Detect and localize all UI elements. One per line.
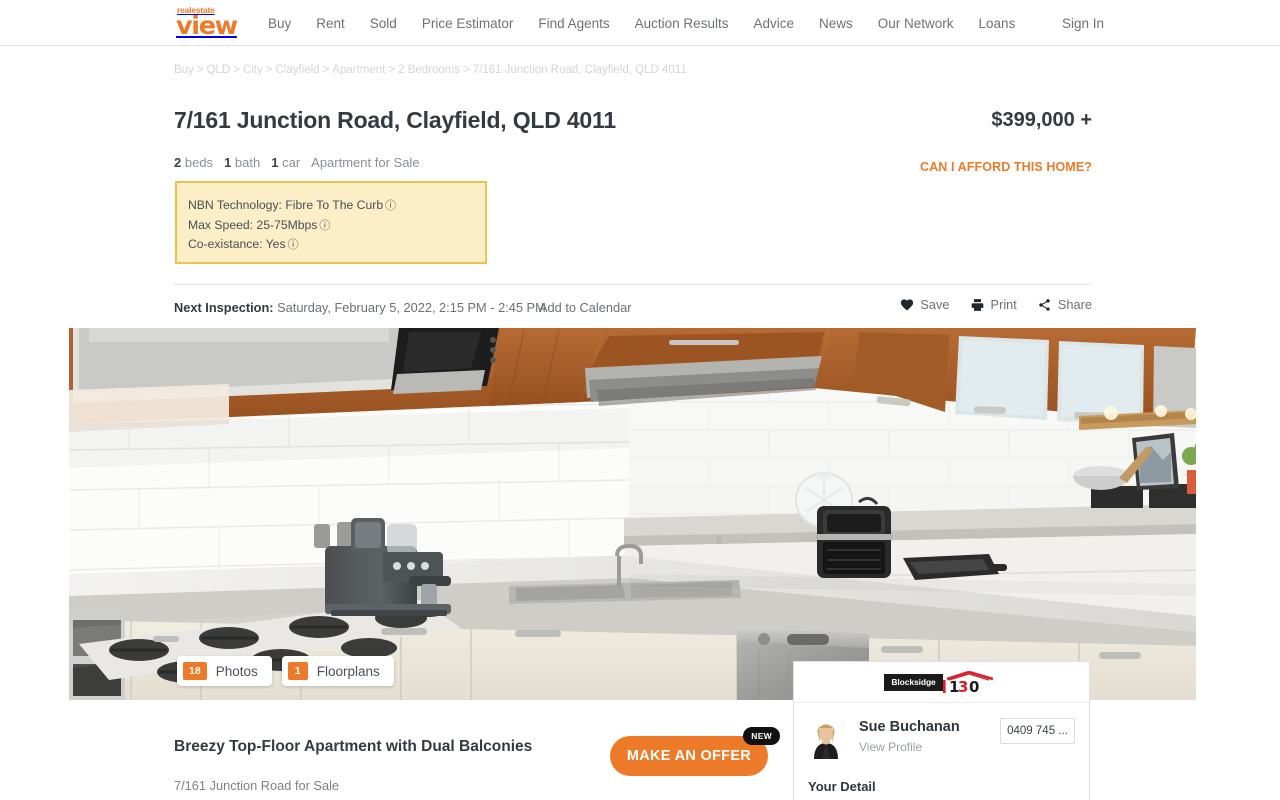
print-button[interactable]: Print (970, 297, 1017, 312)
nav-item-advice[interactable]: Advice (753, 16, 794, 31)
heart-icon (900, 298, 914, 311)
new-badge: NEW (743, 727, 780, 745)
breadcrumb-item-buy[interactable]: Buy (174, 64, 194, 76)
floorplans-count: 1 (287, 662, 308, 680)
agent-contact-card: Blocksidge 1 3 0 Sue Buchanan View Profi… (793, 661, 1090, 800)
nav-item-rent[interactable]: Rent (316, 16, 345, 31)
share-icon (1037, 298, 1052, 312)
nav-item-loans[interactable]: Loans (979, 16, 1016, 31)
floorplans-label: Floorplans (316, 663, 380, 679)
breadcrumb-separator: > (196, 64, 204, 76)
save-button[interactable]: Save (900, 297, 950, 312)
info-icon[interactable]: ⓘ (319, 217, 330, 236)
photos-badge[interactable]: 18 Photos (177, 656, 272, 686)
agency-anniversary-mark: 1 3 0 (942, 670, 999, 696)
breadcrumb-separator: > (388, 64, 396, 76)
property-headline: Breezy Top-Floor Apartment with Dual Bal… (174, 738, 533, 755)
next-inspection: Next Inspection: Saturday, February 5, 2… (174, 300, 546, 315)
property-subheadline: 7/161 Junction Road for Sale (174, 778, 340, 793)
listing-price: $399,000 + (991, 109, 1092, 131)
nbn-info-box: NBN Technology: Fibre To The Curb ⓘ Max S… (175, 181, 487, 264)
breadcrumb: Buy > QLD > City > Clayfield > Apartment >2 Bedro… (174, 64, 687, 76)
avatar (808, 717, 844, 759)
page-title: 7/161 Junction Road, Clayfield, QLD 4011 (174, 107, 616, 133)
can-i-afford-link[interactable]: CAN I AFFORD THIS HOME? (920, 160, 1092, 174)
breadcrumb-item-city[interactable]: City (243, 64, 263, 76)
cars-label: car (282, 155, 301, 170)
beds-count: 2 (174, 155, 182, 170)
beds-label: beds (184, 155, 214, 170)
property-type: Apartment for Sale (311, 155, 420, 170)
property-features: 2 beds 1 bath 1 car Apartment for Sale (174, 155, 420, 170)
main-navigation: Buy Rent Sold Price Estimator Find Agent… (268, 0, 1015, 46)
property-listing-page: realestate view Buy Rent Sold Price Esti… (0, 0, 1280, 800)
nav-item-auction-results[interactable]: Auction Results (635, 16, 729, 31)
logo-main-text: view (176, 10, 238, 40)
next-inspection-datetime: Saturday, February 5, 2022, 2:15 PM - 2:… (277, 300, 546, 315)
breadcrumb-separator: > (265, 64, 273, 76)
site-header: realestate view Buy Rent Sold Price Esti… (0, 0, 1280, 46)
site-logo[interactable]: realestate view (176, 6, 256, 40)
info-icon[interactable]: ⓘ (288, 236, 299, 255)
nav-item-news[interactable]: News (819, 16, 853, 31)
feature-baths: 1 bath (224, 155, 260, 170)
nav-item-find-agents[interactable]: Find Agents (538, 16, 609, 31)
photos-count: 18 (183, 662, 207, 680)
print-label: Print (990, 297, 1017, 312)
share-label: Share (1057, 297, 1092, 312)
inspection-row: Next Inspection: Saturday, February 5, 2… (174, 284, 1092, 324)
photos-label: Photos (215, 663, 258, 679)
your-detail-heading: Your Detail (808, 779, 876, 794)
nbn-technology-text: NBN Technology: Fibre To The Curb (188, 198, 384, 212)
agency-logo[interactable]: Blocksidge 1 3 0 (884, 670, 999, 696)
breadcrumb-separator: > (322, 64, 330, 76)
nbn-technology-row: NBN Technology: Fibre To The Curb ⓘ (188, 196, 485, 216)
printer-icon (970, 298, 985, 312)
breadcrumb-separator: > (233, 64, 240, 76)
nav-item-sold[interactable]: Sold (370, 16, 397, 31)
svg-text:3: 3 (958, 678, 968, 693)
nbn-speed-text: Max Speed: 25-75Mbps (188, 217, 318, 232)
breadcrumb-item-bedrooms[interactable]: 2 Bedrooms (398, 64, 460, 76)
nav-item-price-estimator[interactable]: Price Estimator (422, 16, 514, 31)
add-to-calendar-link[interactable]: Add to Calendar (539, 300, 631, 315)
save-label: Save (920, 297, 950, 312)
agency-logo-row: Blocksidge 1 3 0 (794, 662, 1089, 703)
listing-actions: Save Print Share (900, 297, 1092, 312)
agent-meta: Sue Buchanan View Profile (859, 717, 1000, 754)
sign-in-link[interactable]: Sign In (1062, 16, 1104, 31)
sign-in-container: Sign In (1062, 0, 1104, 46)
nav-item-buy[interactable]: Buy (268, 16, 291, 31)
feature-beds: 2 beds (174, 155, 213, 170)
property-hero-image[interactable]: 18 Photos 1 Floorplans (69, 328, 1196, 700)
nbn-speed-row: Max Speed: 25-75Mbps ⓘ (188, 216, 485, 236)
info-icon[interactable]: ⓘ (385, 197, 396, 216)
breadcrumb-item-qld[interactable]: QLD (207, 64, 231, 76)
nbn-coexistance-row: Co-existance: Yes ⓘ (188, 235, 485, 255)
gallery-badges: 18 Photos 1 Floorplans (177, 656, 394, 686)
agent-name: Sue Buchanan (859, 719, 960, 735)
agency-name: Blocksidge (884, 673, 943, 691)
view-profile-link[interactable]: View Profile (859, 740, 1000, 754)
make-offer-container: MAKE AN OFFER NEW (610, 727, 780, 776)
nbn-coexistance-text: Co-existance: Yes (188, 237, 286, 252)
next-inspection-label: Next Inspection: (174, 300, 274, 315)
baths-label: bath (234, 155, 261, 170)
agent-row: Sue Buchanan View Profile 0409 745 ... (794, 703, 1089, 759)
svg-text:0: 0 (969, 678, 979, 693)
share-button[interactable]: Share (1037, 297, 1092, 312)
floorplans-badge[interactable]: 1 Floorplans (281, 656, 394, 686)
cars-count: 1 (271, 155, 279, 170)
breadcrumb-item-address: 7/161 Junction Road, Clayfield, QLD 4011 (472, 64, 687, 76)
breadcrumb-item-apartment[interactable]: Apartment (332, 64, 385, 76)
agent-phone-button[interactable]: 0409 745 ... (1000, 718, 1075, 744)
breadcrumb-separator: > (463, 64, 470, 76)
nav-item-our-network[interactable]: Our Network (878, 16, 954, 31)
breadcrumb-item-clayfield[interactable]: Clayfield (275, 64, 319, 76)
kitchen-photo (69, 328, 1196, 700)
feature-cars: 1 car (271, 155, 300, 170)
baths-count: 1 (224, 155, 232, 170)
